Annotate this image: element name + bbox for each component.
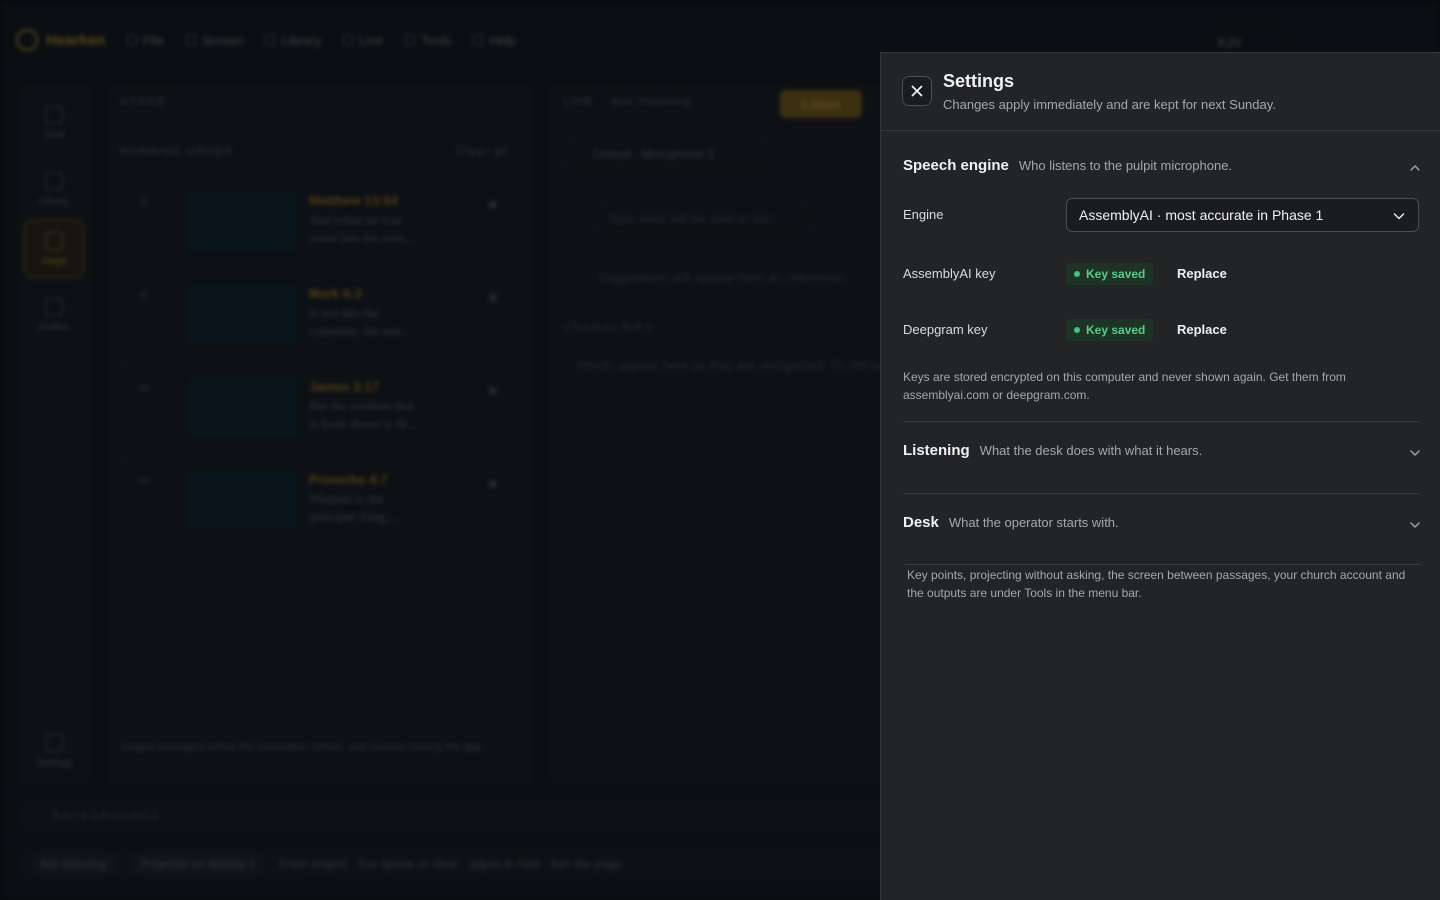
chevron-down-icon	[1410, 450, 1420, 456]
chevron-down-icon	[1393, 213, 1405, 220]
status-dot-icon	[1074, 271, 1080, 277]
section-description: Who listens to the pulpit microphone.	[1018, 158, 1233, 173]
tools-note: Key points, projecting without asking, t…	[907, 568, 1406, 600]
close-icon	[911, 85, 923, 97]
settings-drawer: Settings Changes apply immediately and a…	[880, 52, 1440, 900]
keys-note: Keys are stored encrypted on this comput…	[903, 370, 1346, 402]
section-title: Speech engine	[903, 157, 1009, 174]
replace-deepgram-key-button[interactable]: Replace	[1177, 322, 1227, 337]
divider	[903, 421, 1419, 422]
settings-subtitle: Changes apply immediately and are kept f…	[943, 97, 1276, 112]
divider	[903, 493, 1419, 494]
key-status-text: Key saved	[1086, 267, 1146, 281]
section-title: Desk	[903, 514, 939, 531]
assemblyai-key-label: AssemblyAI key	[903, 266, 996, 281]
section-speech-engine[interactable]: Speech engine Who listens to the pulpit …	[903, 157, 1421, 181]
section-listening[interactable]: Listening What the desk does with what i…	[903, 442, 1421, 466]
settings-title: Settings	[943, 71, 1015, 91]
engine-label: Engine	[903, 207, 944, 222]
engine-select[interactable]: AssemblyAI · most accurate in Phase 1	[1066, 198, 1419, 232]
section-title: Listening	[903, 442, 970, 459]
status-dot-icon	[1074, 327, 1080, 333]
engine-value: AssemblyAI · most accurate in Phase 1	[1079, 207, 1324, 223]
section-description: What the operator starts with.	[948, 515, 1119, 530]
divider	[905, 564, 1421, 565]
chevron-down-icon	[1410, 522, 1420, 528]
section-description: What the desk does with what it hears.	[979, 443, 1203, 458]
settings-header: Settings Changes apply immediately and a…	[881, 53, 1440, 131]
close-button[interactable]	[902, 76, 932, 106]
key-status-text: Key saved	[1086, 323, 1146, 337]
assemblyai-key-status: Key saved	[1066, 263, 1154, 285]
deepgram-key-label: Deepgram key	[903, 322, 988, 337]
deepgram-key-status: Key saved	[1066, 319, 1154, 341]
section-desk[interactable]: Desk What the operator starts with.	[903, 514, 1421, 538]
chevron-up-icon	[1410, 165, 1420, 171]
replace-assemblyai-key-button[interactable]: Replace	[1177, 266, 1227, 281]
